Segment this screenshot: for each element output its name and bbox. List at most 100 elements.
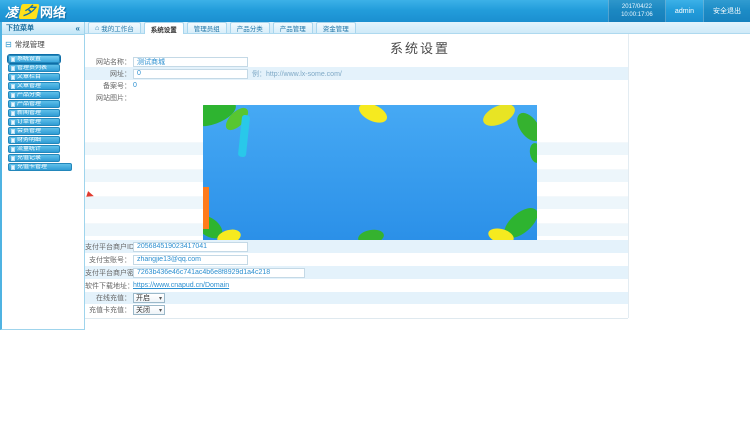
document-icon [11, 129, 15, 134]
sidebar-item-finance-detail[interactable]: 财务明细 [8, 136, 60, 144]
logo-badge: 夕 [18, 4, 39, 19]
online-recharge-select[interactable]: 开启 ▾ [133, 293, 165, 303]
sidebar-item-article-manage[interactable]: 文章管理 [8, 82, 60, 90]
content-column-divider [628, 34, 629, 318]
sidebar-item-article-category[interactable]: 文章栏目 [8, 73, 60, 81]
sidebar-item-recharge-record[interactable]: 充值记录 [8, 154, 60, 162]
card-recharge-select[interactable]: 关闭 ▾ [133, 305, 165, 315]
online-recharge-label: 在线充值： [85, 293, 131, 303]
sidebar-item-label: 订单管理 [17, 119, 41, 125]
merchant-id-label: 支付平台商户ID： [85, 242, 131, 252]
main-content: ⌂ 我的工作台 系统设置 管理员组 产品分类 产品管理 资金管理 系统设置 网站… [85, 22, 750, 330]
sidebar-section-toggle[interactable]: ⊟ 常规管理 [2, 35, 84, 53]
top-header: 凌 夕 网络 2017/04/22 10:00:17:06 admin 安全退出 [0, 0, 750, 22]
site-url-hint: 例：http://www.lx-some.com/ [252, 69, 342, 79]
site-url-input[interactable] [133, 69, 248, 79]
tab-label: 产品分类 [237, 23, 263, 33]
icp-label: 备案号： [85, 81, 131, 91]
document-icon [11, 111, 15, 116]
banner-graphic [203, 105, 537, 240]
logo-text-prefix: 凌 [5, 2, 18, 21]
tab-label: 产品管理 [280, 23, 306, 33]
document-icon [11, 147, 15, 152]
site-url-label: 网址： [85, 69, 131, 79]
tab-workbench[interactable]: ⌂ 我的工作台 [88, 22, 141, 33]
current-user-link[interactable]: admin [666, 0, 703, 22]
document-icon [11, 84, 15, 89]
app-window: 凌 夕 网络 2017/04/22 10:00:17:06 admin 安全退出… [0, 0, 750, 422]
sidebar-item-label: 充值记录 [17, 155, 41, 161]
home-icon: ⌂ [95, 25, 99, 32]
sidebar-item-label: 财务明细 [17, 137, 41, 143]
tab-fund-manage[interactable]: 资金管理 [316, 22, 356, 33]
collapse-sidebar-icon[interactable]: « [76, 24, 80, 33]
tab-product-manage[interactable]: 产品管理 [273, 22, 313, 33]
sidebar-item-product-category[interactable]: 产品分类 [8, 91, 60, 99]
sidebar-item-label: 文章管理 [17, 83, 41, 89]
sidebar-item-product-manage[interactable]: 产品管理 [8, 100, 60, 108]
sidebar-item-label: 新闻管理 [17, 110, 41, 116]
sidebar-item-label: 文章栏目 [17, 74, 41, 80]
site-name-label: 网站名称： [85, 57, 131, 67]
sidebar-item-label: 系统设置 [17, 56, 41, 62]
sidebar-item-recharge-card-manage[interactable]: 充值卡管理 [8, 163, 72, 171]
tab-system-settings[interactable]: 系统设置 [144, 22, 184, 34]
card-recharge-label: 充值卡充值： [85, 305, 131, 315]
sidebar-item-admin-list[interactable]: 管理员列表 [8, 64, 60, 72]
alipay-account-input[interactable] [133, 255, 248, 265]
sidebar-item-system-settings[interactable]: 系统设置 [8, 55, 60, 63]
sidebar-title: 下拉菜单 [6, 23, 34, 33]
tab-product-category[interactable]: 产品分类 [230, 22, 270, 33]
alipay-account-label: 支付宝账号： [85, 255, 131, 265]
document-icon [11, 165, 15, 170]
chevron-down-icon: ▾ [159, 295, 162, 302]
sidebar-item-news-manage[interactable]: 新闻管理 [8, 109, 60, 117]
document-icon [11, 102, 15, 107]
site-name-input[interactable] [133, 57, 248, 67]
logo-text-suffix: 网络 [40, 2, 66, 21]
tab-label: 资金管理 [323, 23, 349, 33]
time-text: 10:00:17:06 [615, 11, 659, 19]
merchant-key-input[interactable] [133, 268, 305, 278]
sidebar-item-label: 会员管理 [17, 128, 41, 134]
sidebar-item-member-manage[interactable]: 会员管理 [8, 127, 60, 135]
sidebar: 下拉菜单 « ⊟ 常规管理 系统设置 管理员列表 文章栏目 文章管理 产品分类 … [0, 22, 85, 330]
form-row-merchant-id: 支付平台商户ID： [85, 240, 628, 253]
tab-bar: ⌂ 我的工作台 系统设置 管理员组 产品分类 产品管理 资金管理 [85, 22, 750, 34]
sidebar-menu: 系统设置 管理员列表 文章栏目 文章管理 产品分类 产品管理 新闻管理 订单管理… [2, 53, 84, 171]
sidebar-item-traffic-stats[interactable]: 流量统计 [8, 145, 60, 153]
logout-button[interactable]: 安全退出 [703, 0, 750, 22]
tab-label: 我的工作台 [101, 23, 134, 33]
document-icon [11, 75, 15, 80]
tab-admin-group[interactable]: 管理员组 [187, 22, 227, 33]
merchant-id-input[interactable] [133, 242, 248, 252]
form-row-merchant-key: 支付平台商户密钥： [85, 266, 628, 279]
form-bottom-border [85, 318, 628, 319]
document-icon [11, 156, 15, 161]
header-right: 2017/04/22 10:00:17:06 admin 安全退出 [608, 0, 750, 22]
download-url-label: 软件下载地址： [85, 281, 131, 291]
sidebar-section-label: 常规管理 [15, 39, 45, 50]
document-icon [11, 138, 15, 143]
document-icon [11, 93, 15, 98]
date-text: 2017/04/22 [615, 3, 659, 11]
icp-value: 0 [133, 82, 137, 89]
card-recharge-value: 关闭 [136, 305, 150, 315]
form-row-online-recharge: 在线充值： 开启 ▾ [85, 292, 628, 304]
download-url-link[interactable]: https://www.cnapud.cn/Domain [133, 282, 229, 289]
form-row-alipay-account: 支付宝账号： [85, 253, 628, 266]
sidebar-item-label: 管理员列表 [17, 65, 47, 71]
sidebar-item-label: 产品分类 [17, 92, 41, 98]
tab-label: 管理员组 [194, 23, 220, 33]
document-icon [11, 66, 15, 71]
sidebar-header: 下拉菜单 « [2, 22, 84, 35]
form-row-card-recharge: 充值卡充值： 关闭 ▾ [85, 304, 628, 316]
online-recharge-value: 开启 [136, 293, 150, 303]
sidebar-item-order-manage[interactable]: 订单管理 [8, 118, 60, 126]
section-collapse-icon: ⊟ [5, 40, 12, 49]
tab-label: 系统设置 [151, 24, 177, 34]
logo: 凌 夕 网络 [5, 1, 66, 21]
document-icon [11, 120, 15, 125]
merchant-key-label: 支付平台商户密钥： [85, 268, 131, 278]
sidebar-item-label: 流量统计 [17, 146, 41, 152]
